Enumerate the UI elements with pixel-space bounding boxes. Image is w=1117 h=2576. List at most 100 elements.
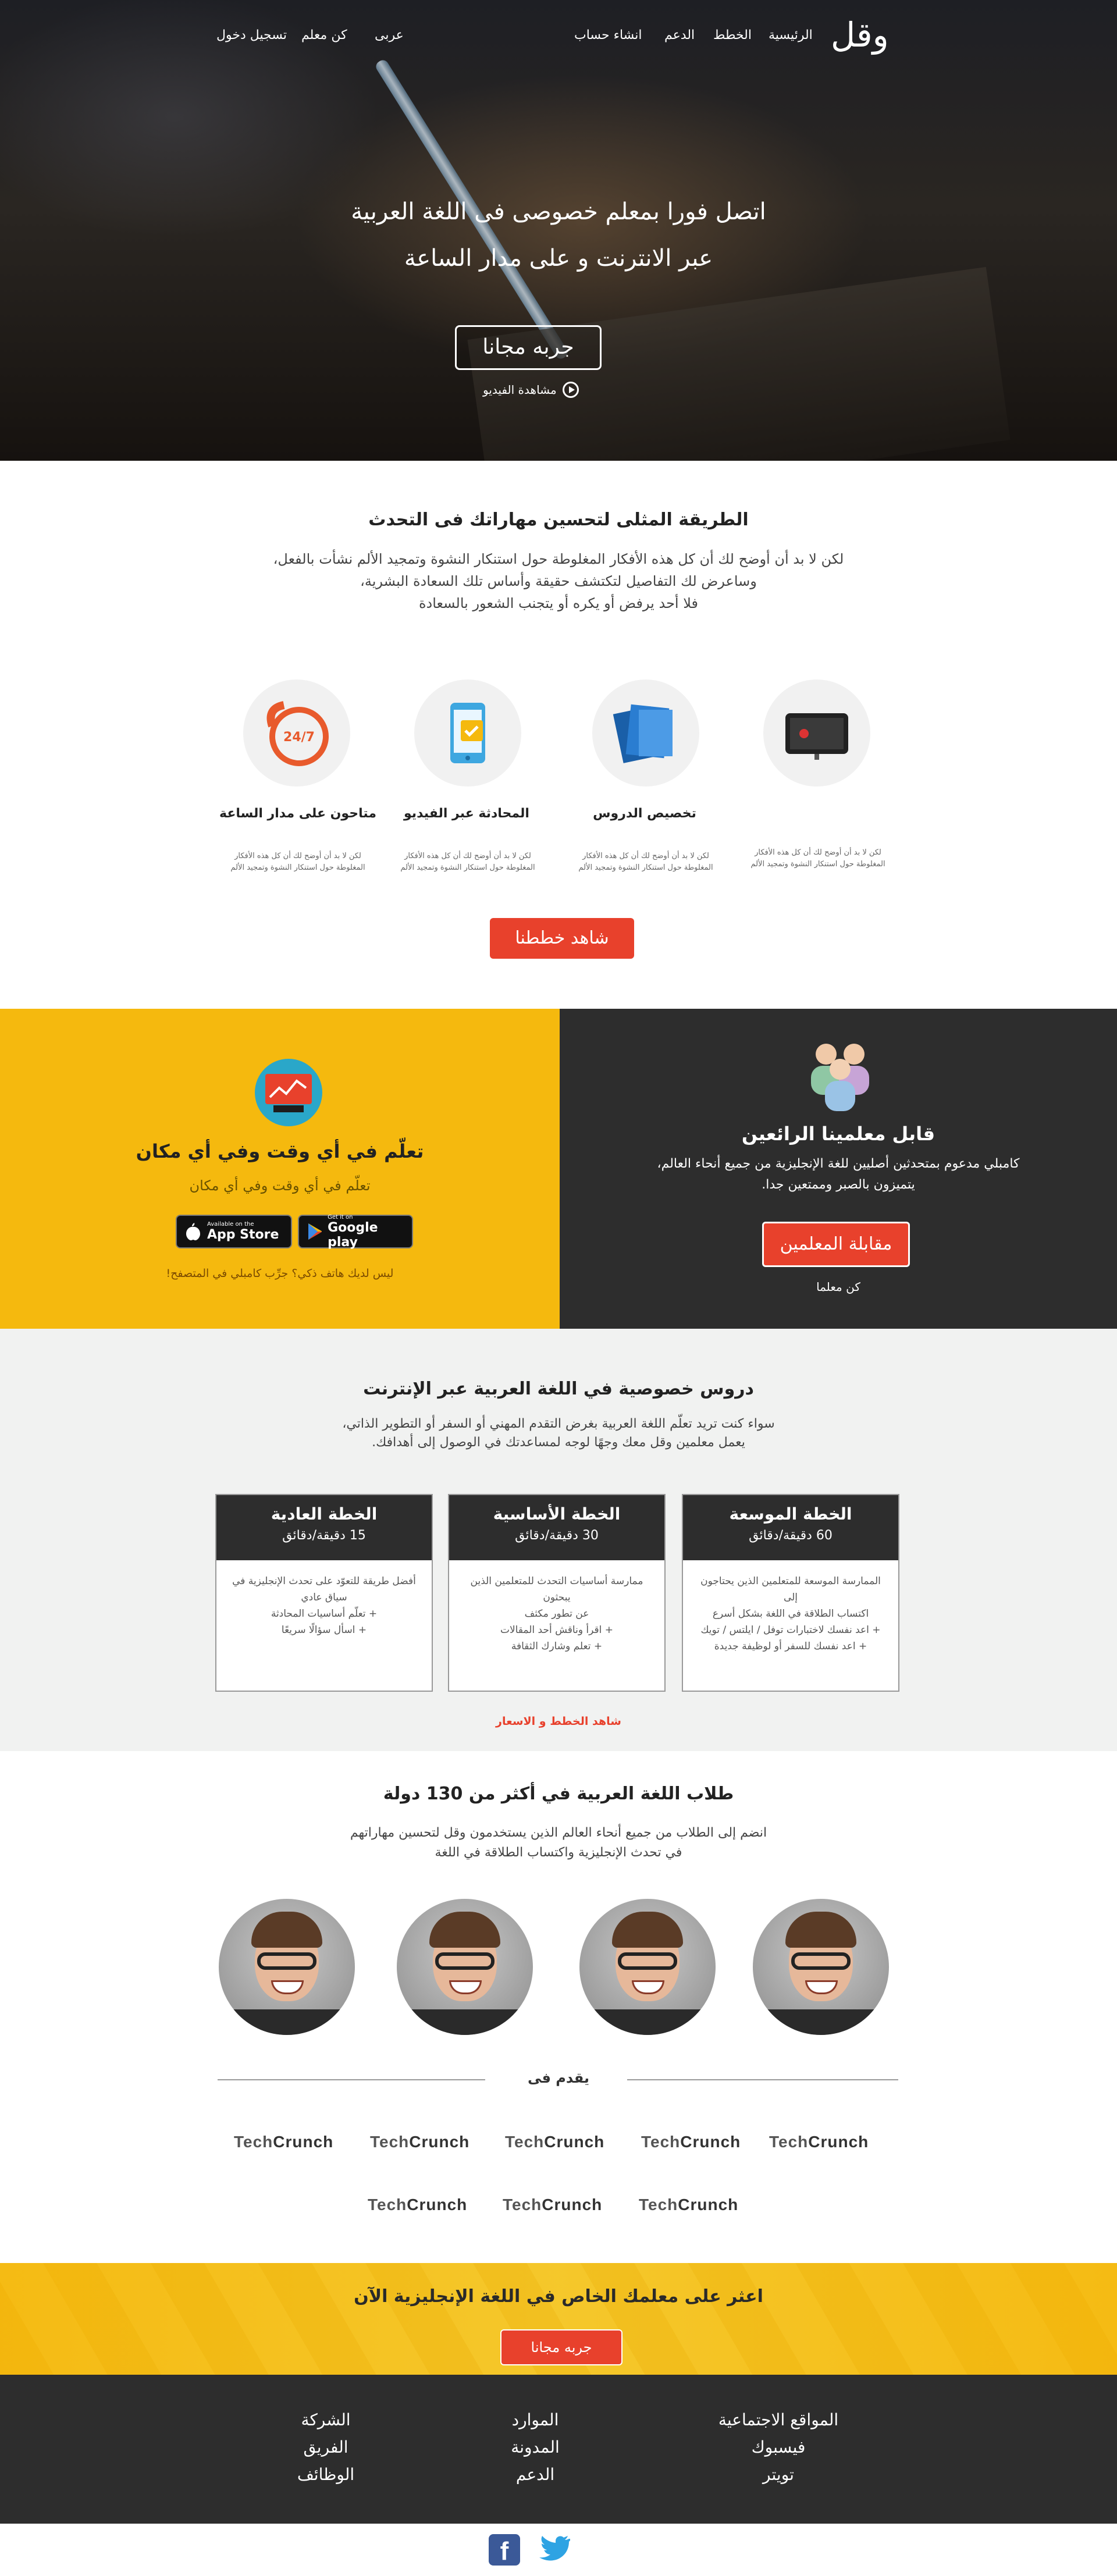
app-store-big: App Store [207,1227,279,1242]
cta-title: اعثر على معلمك الخاص في اللغة الإنجليزية… [354,2286,763,2307]
hero-headline-2: عبر الانترنت و على مدار الساعة [404,245,713,272]
documents-icon [613,704,673,763]
feature-desc-1: لكن لا بد أن أوضح لك أن كل هذه الأفكار ا… [750,848,885,869]
see-plans-button[interactable]: شاهد خططنا [490,918,634,959]
plan-line: + اسأل سؤالًا سريعًا [281,1624,367,1636]
meet-teachers-button[interactable]: مقابلة المعلمين [762,1222,910,1267]
phone-check-icon [450,703,485,763]
nav-support[interactable]: الدعم [664,28,695,42]
teachers-line-2: يتميزون بالصبر وممتعين جدا. [762,1177,915,1192]
plan-card-regular[interactable]: الخطة العادية 15 دقيقة/دقائق أفضل طريقة ل… [215,1494,433,1692]
footer-team-link[interactable]: الفريق [256,2433,396,2461]
press-logo-techcrunch[interactable]: TechCrunch [503,2196,602,2214]
split-section: تعلّم في أي وقت وفي أي مكان تعلّم في أي … [0,1009,1117,1329]
facebook-icon[interactable]: f [489,2534,520,2566]
press-logo-techcrunch[interactable]: TechCrunch [769,2133,869,2151]
student-avatar [219,1899,355,2035]
cta-section: اعثر على معلمك الخاص في اللغة الإنجليزية… [0,2263,1117,2375]
press-crunch: Crunch [680,2133,741,2151]
badge-24-7: 24/7 [283,730,315,745]
plan-line: + تعلم وشارك الثقافة [511,1641,603,1652]
press-logo-techcrunch[interactable]: TechCrunch [505,2133,604,2151]
site-logo[interactable]: وقل [831,15,889,55]
students-section: طلاب اللغة العربية في أكثر من 130 دولة ا… [0,1751,1117,2263]
nav-login[interactable]: تسجيل دخول [216,28,287,42]
press-logo-techcrunch[interactable]: TechCrunch [368,2196,467,2214]
footer-jobs-link[interactable]: الوظائف [256,2461,396,2488]
plans-line-1: سواء كنت تريد تعلّم اللغة العربية بغرض ا… [342,1417,775,1431]
feature-desc-4: لكن لا بد أن أوضح لك أن كل هذه الأفكار ا… [230,852,365,872]
apple-icon [186,1223,200,1240]
feature-title-3: المحادثة عبر الفيديو [404,806,529,821]
feature-circle-4: 24/7 [243,679,350,787]
students-line-1: انضم إلى الطلاب من جميع أنحاء العالم الذ… [350,1826,767,1840]
plan-line: + تعلّم أساسيات المحادثة [271,1608,378,1620]
press-crunch: Crunch [678,2196,739,2214]
no-smartphone-link[interactable]: ليس لديك هاتف ذكي؟ جرِّب كامبلي في المتص… [0,1267,560,1280]
footer-social-heading: المواقع الاجتماعية [718,2410,839,2429]
cta-try-free-button[interactable]: جربه مجانا [500,2329,622,2365]
press-crunch: Crunch [544,2133,605,2151]
press-tech: Tech [370,2133,410,2151]
app-store-button[interactable]: Available on the App Store [176,1215,292,1248]
teachers-title: قابل معلمينا الرائعين [741,1123,935,1145]
play-icon [562,382,579,398]
press-logo-techcrunch[interactable]: TechCrunch [234,2133,333,2151]
plan-line: عن تطور مكثف [524,1608,589,1620]
feature-circle-3 [414,679,521,787]
watch-video-link[interactable]: مشاهدة الفيديو [483,382,579,398]
hero-try-free-button[interactable]: جربه مجانا [455,325,602,370]
plan-card-basic[interactable]: الخطة الأساسية 30 دقيقة/دقائق ممارسة أساس… [448,1494,666,1692]
feature-circle-1 [763,679,870,787]
features-para-2: وساعرض لك التفاصيل لتكتشف حقيقة وأساس تل… [360,573,757,589]
support-24-7-icon: 24/7 [266,701,329,766]
footer-blog-link[interactable]: المدونة [465,2433,605,2461]
nav-become-teacher[interactable]: كن معلم [301,28,347,42]
plan-duration: 15 دقيقة/دقائق [282,1528,366,1543]
feature-title-2: تخصيص الدروس [593,806,696,821]
learn-subtitle: تعلّم في أي وقت وفي أي مكان [189,1177,371,1194]
press-tech: Tech [641,2133,681,2151]
video-chat-icon [785,713,848,760]
be-teacher-link[interactable]: كن معلما [560,1280,1117,1294]
plan-line: اكتساب الطلاقة في اللغة بشكل أسرع [712,1608,869,1620]
footer-support-link[interactable]: الدعم [465,2461,605,2488]
twitter-icon[interactable] [536,2535,570,2564]
nav-plans[interactable]: الخطط [713,28,752,42]
press-tech: Tech [368,2196,407,2214]
press-logo-techcrunch[interactable]: TechCrunch [639,2196,738,2214]
feature-circle-2 [592,679,699,787]
learn-title: تعلّم في أي وقت وفي أي مكان [136,1140,424,1162]
features-para-3: فلا أحد يرفض أو يكره أو يتجنب الشعور بال… [418,595,699,611]
teachers-panel: قابل معلمينا الرائعين كامبلي مدعوم بمتحد… [560,1009,1117,1329]
google-play-small: Get it on [328,1214,353,1221]
footer-company-heading: الشركة [301,2410,351,2429]
press-tech: Tech [639,2196,678,2214]
google-play-icon [308,1223,322,1240]
plans-title: دروس خصوصية في اللغة العربية عبر الإنترن… [363,1379,754,1399]
press-tech: Tech [234,2133,273,2151]
press-logo-techcrunch[interactable]: TechCrunch [641,2133,741,2151]
nav-language[interactable]: عربى [375,28,404,42]
footer-resources-column: الموارد المدونة الدعم [465,2406,605,2488]
features-title: الطريقة المثلى لتحسين مهاراتك فى التحدث [368,510,749,530]
hero-section: وقل الرئيسية الخطط الدعم انشاء حساب عربى… [0,0,1117,461]
nav-home[interactable]: الرئيسية [769,28,813,42]
footer: المواقع الاجتماعية فيسبوك تويتر الموارد … [0,2375,1117,2524]
footer-twitter-link[interactable]: تويتر [685,2461,871,2488]
plans-prices-link[interactable]: شاهد الخطط و الاسعار [0,1715,1117,1728]
plan-line: ممارسة أساسيات التحدث للمتعلمين الذين يب… [470,1575,643,1603]
plan-duration: 30 دقيقة/دقائق [515,1528,599,1543]
teachers-group-icon [811,1044,869,1111]
press-tech: Tech [769,2133,809,2151]
plans-section: دروس خصوصية في اللغة العربية عبر الإنترن… [0,1329,1117,1751]
press-crunch: Crunch [808,2133,869,2151]
plan-line: الممارسة الموسعة للمتعلمين الذين يحتاجون… [700,1575,881,1603]
press-logo-techcrunch[interactable]: TechCrunch [370,2133,469,2151]
plan-card-extended[interactable]: الخطة الموسعة 60 دقيقة/دقائق الممارسة الم… [682,1494,899,1692]
featured-in-label: يقدم فى [527,2070,590,2086]
footer-facebook-link[interactable]: فيسبوك [685,2433,871,2461]
plan-line: أفضل طريقة للتعوّد على تحدث الإنجليزية ف… [232,1575,416,1587]
nav-signup[interactable]: انشاء حساب [574,28,642,42]
google-play-button[interactable]: Get it on Google play [298,1214,413,1250]
